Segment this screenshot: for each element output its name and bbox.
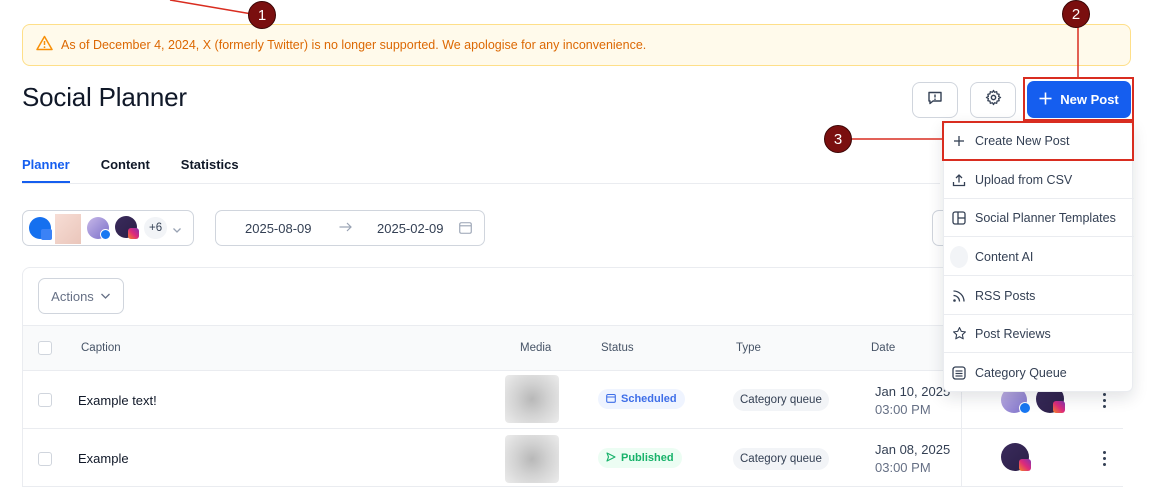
annotation-highlight-create-post	[942, 121, 1134, 161]
annotation-lines	[169, 0, 1079, 140]
annotation-badge: 1	[248, 1, 276, 29]
annotation-badge: 2	[1062, 0, 1090, 28]
annotation-highlight-new-post	[1023, 77, 1134, 121]
annotation-badge: 3	[824, 125, 852, 153]
